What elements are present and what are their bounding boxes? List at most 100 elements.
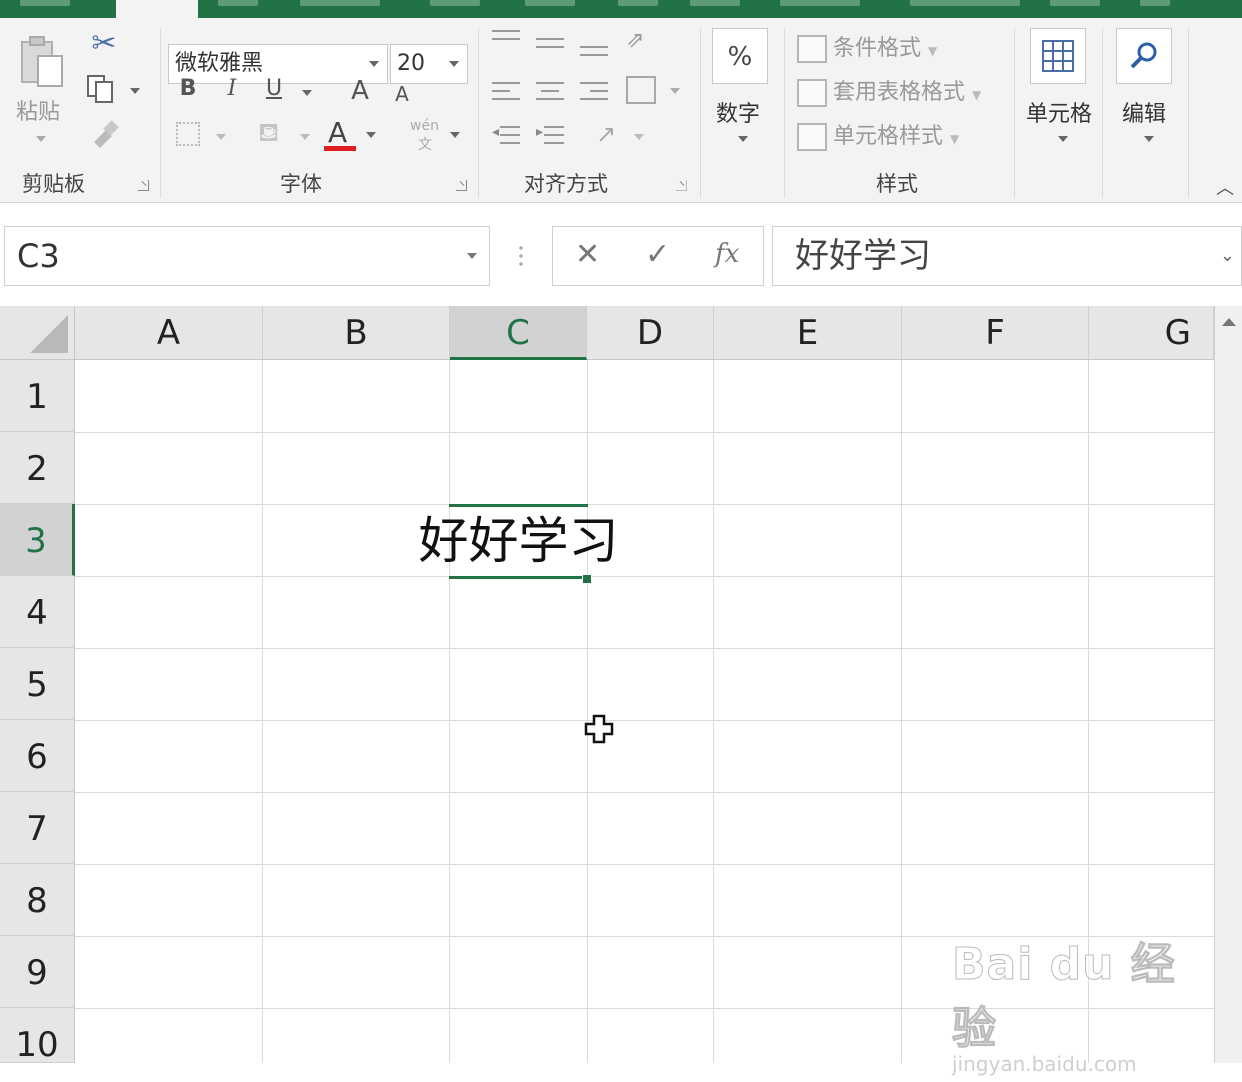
- align-left-button[interactable]: [492, 80, 522, 106]
- tab-data[interactable]: [525, 0, 575, 6]
- borders-button[interactable]: [176, 122, 232, 152]
- cell-styles-button[interactable]: 单元格样式 ▼: [797, 118, 959, 151]
- formula-content: 好好学习: [795, 236, 931, 276]
- italic-button[interactable]: I: [220, 76, 244, 101]
- scroll-up-icon[interactable]: [1222, 318, 1236, 326]
- align-middle-button[interactable]: [536, 36, 566, 60]
- cell-styles-icon: [797, 123, 827, 151]
- tab-review[interactable]: [618, 0, 658, 6]
- text-orientation-icon: ⇗: [626, 28, 645, 53]
- underline-dropdown-icon[interactable]: [302, 90, 312, 96]
- row-header-9[interactable]: 9: [0, 936, 75, 1008]
- column-header-e[interactable]: E: [714, 306, 902, 360]
- column-header-a[interactable]: A: [75, 306, 263, 360]
- cell-styles-label: 单元格样式: [833, 124, 944, 149]
- cells-icon: [1030, 28, 1086, 84]
- confirm-icon[interactable]: ✓: [645, 237, 670, 272]
- tab-home[interactable]: [116, 0, 198, 18]
- font-launcher-icon[interactable]: [456, 180, 467, 191]
- grow-font-button[interactable]: A: [348, 76, 372, 106]
- copy-dropdown-icon[interactable]: [130, 88, 140, 94]
- paste-dropdown-icon[interactable]: [36, 136, 46, 142]
- percent-icon: %: [712, 28, 768, 84]
- phonetic-button[interactable]: wén 文: [406, 118, 466, 158]
- name-box[interactable]: C3: [4, 226, 490, 286]
- font-color-button[interactable]: A: [322, 114, 382, 154]
- merge-dropdown-icon: [670, 88, 680, 94]
- column-header-f[interactable]: F: [902, 306, 1089, 360]
- cut-button[interactable]: ✂: [86, 26, 122, 62]
- increase-indent-button[interactable]: ▸: [536, 124, 566, 150]
- orientation-button[interactable]: ⇗: [626, 28, 662, 58]
- column-header-c[interactable]: C: [450, 306, 587, 360]
- tab-view[interactable]: [690, 0, 740, 6]
- row-header-3[interactable]: 3: [0, 504, 75, 576]
- cells-button[interactable]: 单元格: [1022, 26, 1098, 156]
- tab-formulas[interactable]: [430, 0, 480, 6]
- paste-label: 粘贴: [16, 100, 61, 125]
- tab-insert[interactable]: [218, 0, 258, 6]
- editing-button[interactable]: 编辑: [1110, 26, 1180, 156]
- collapse-ribbon-icon[interactable]: ︿: [1216, 174, 1234, 200]
- expand-formula-icon[interactable]: ⌄: [1220, 227, 1235, 285]
- row-header-7[interactable]: 7: [0, 792, 75, 864]
- fill-handle[interactable]: [582, 574, 592, 584]
- table-format-button[interactable]: 套用表格格式 ▼: [797, 74, 981, 107]
- conditional-format-button[interactable]: 条件格式 ▼: [797, 30, 937, 63]
- font-group-label: 字体: [280, 172, 322, 196]
- align-right-button[interactable]: [580, 80, 610, 106]
- group-separator: [700, 28, 701, 198]
- bold-button[interactable]: B: [176, 76, 200, 101]
- row-header-4[interactable]: 4: [0, 576, 75, 648]
- paste-button[interactable]: 粘贴: [14, 32, 74, 152]
- row-header-5[interactable]: 5: [0, 648, 75, 720]
- format-painter-button[interactable]: [86, 118, 122, 154]
- align-bottom-button[interactable]: [580, 42, 610, 66]
- font-size-select[interactable]: 20: [390, 44, 468, 84]
- tab-developer[interactable]: [780, 0, 860, 6]
- formula-input[interactable]: 好好学习 ⌄: [772, 226, 1242, 286]
- group-separator: [1102, 28, 1103, 198]
- tab-tell-me[interactable]: [910, 0, 1020, 6]
- row-header-10[interactable]: 10: [0, 1008, 75, 1065]
- brush-icon: [94, 120, 119, 148]
- decrease-indent-button[interactable]: ◂: [492, 124, 522, 150]
- align-top-button[interactable]: [492, 30, 522, 54]
- alignment-launcher-icon[interactable]: [676, 180, 687, 191]
- select-all-button[interactable]: [0, 306, 75, 360]
- align-center-button[interactable]: [536, 80, 566, 106]
- row-header-8[interactable]: 8: [0, 864, 75, 936]
- insert-function-button[interactable]: fx: [715, 239, 739, 269]
- merge-icon: [626, 76, 656, 104]
- shrink-font-button[interactable]: A: [392, 82, 412, 106]
- tab-share[interactable]: [1140, 0, 1170, 6]
- row-header-6[interactable]: 6: [0, 720, 75, 792]
- wrap-orientation-button[interactable]: ↗: [596, 120, 652, 152]
- merge-center-button[interactable]: [626, 76, 686, 108]
- gridline: [901, 360, 902, 1063]
- tab-account[interactable]: [1050, 0, 1100, 6]
- column-header-g[interactable]: G: [1089, 306, 1214, 360]
- vertical-scrollbar[interactable]: [1214, 306, 1242, 1063]
- row-header-1[interactable]: 1: [0, 360, 75, 432]
- chevron-down-icon: [369, 61, 379, 67]
- underline-button[interactable]: U: [262, 76, 286, 101]
- tab-file[interactable]: [20, 0, 70, 6]
- fill-color-button[interactable]: ⛾: [258, 118, 314, 152]
- formula-bar-resize-handle[interactable]: [519, 244, 523, 266]
- column-header-b[interactable]: B: [263, 306, 450, 360]
- watermark-url: jingyan.baidu.com: [952, 1052, 1137, 1076]
- worksheet-grid[interactable]: A B C D E F G 1 2 3 4 5 6 7 8 9 10 好好学习 …: [0, 306, 1214, 1076]
- chevron-down-icon[interactable]: [467, 253, 477, 259]
- column-header-d[interactable]: D: [587, 306, 714, 360]
- tab-page-layout[interactable]: [300, 0, 380, 6]
- conditional-format-icon: [797, 35, 827, 63]
- cancel-icon[interactable]: ✕: [575, 237, 600, 272]
- gridline: [587, 360, 588, 1063]
- angle-dropdown-icon: [634, 134, 644, 140]
- styles-group-label: 样式: [876, 172, 918, 196]
- clipboard-launcher-icon[interactable]: [138, 180, 149, 191]
- number-button[interactable]: % 数字: [708, 26, 774, 156]
- copy-button[interactable]: [86, 72, 140, 108]
- row-header-2[interactable]: 2: [0, 432, 75, 504]
